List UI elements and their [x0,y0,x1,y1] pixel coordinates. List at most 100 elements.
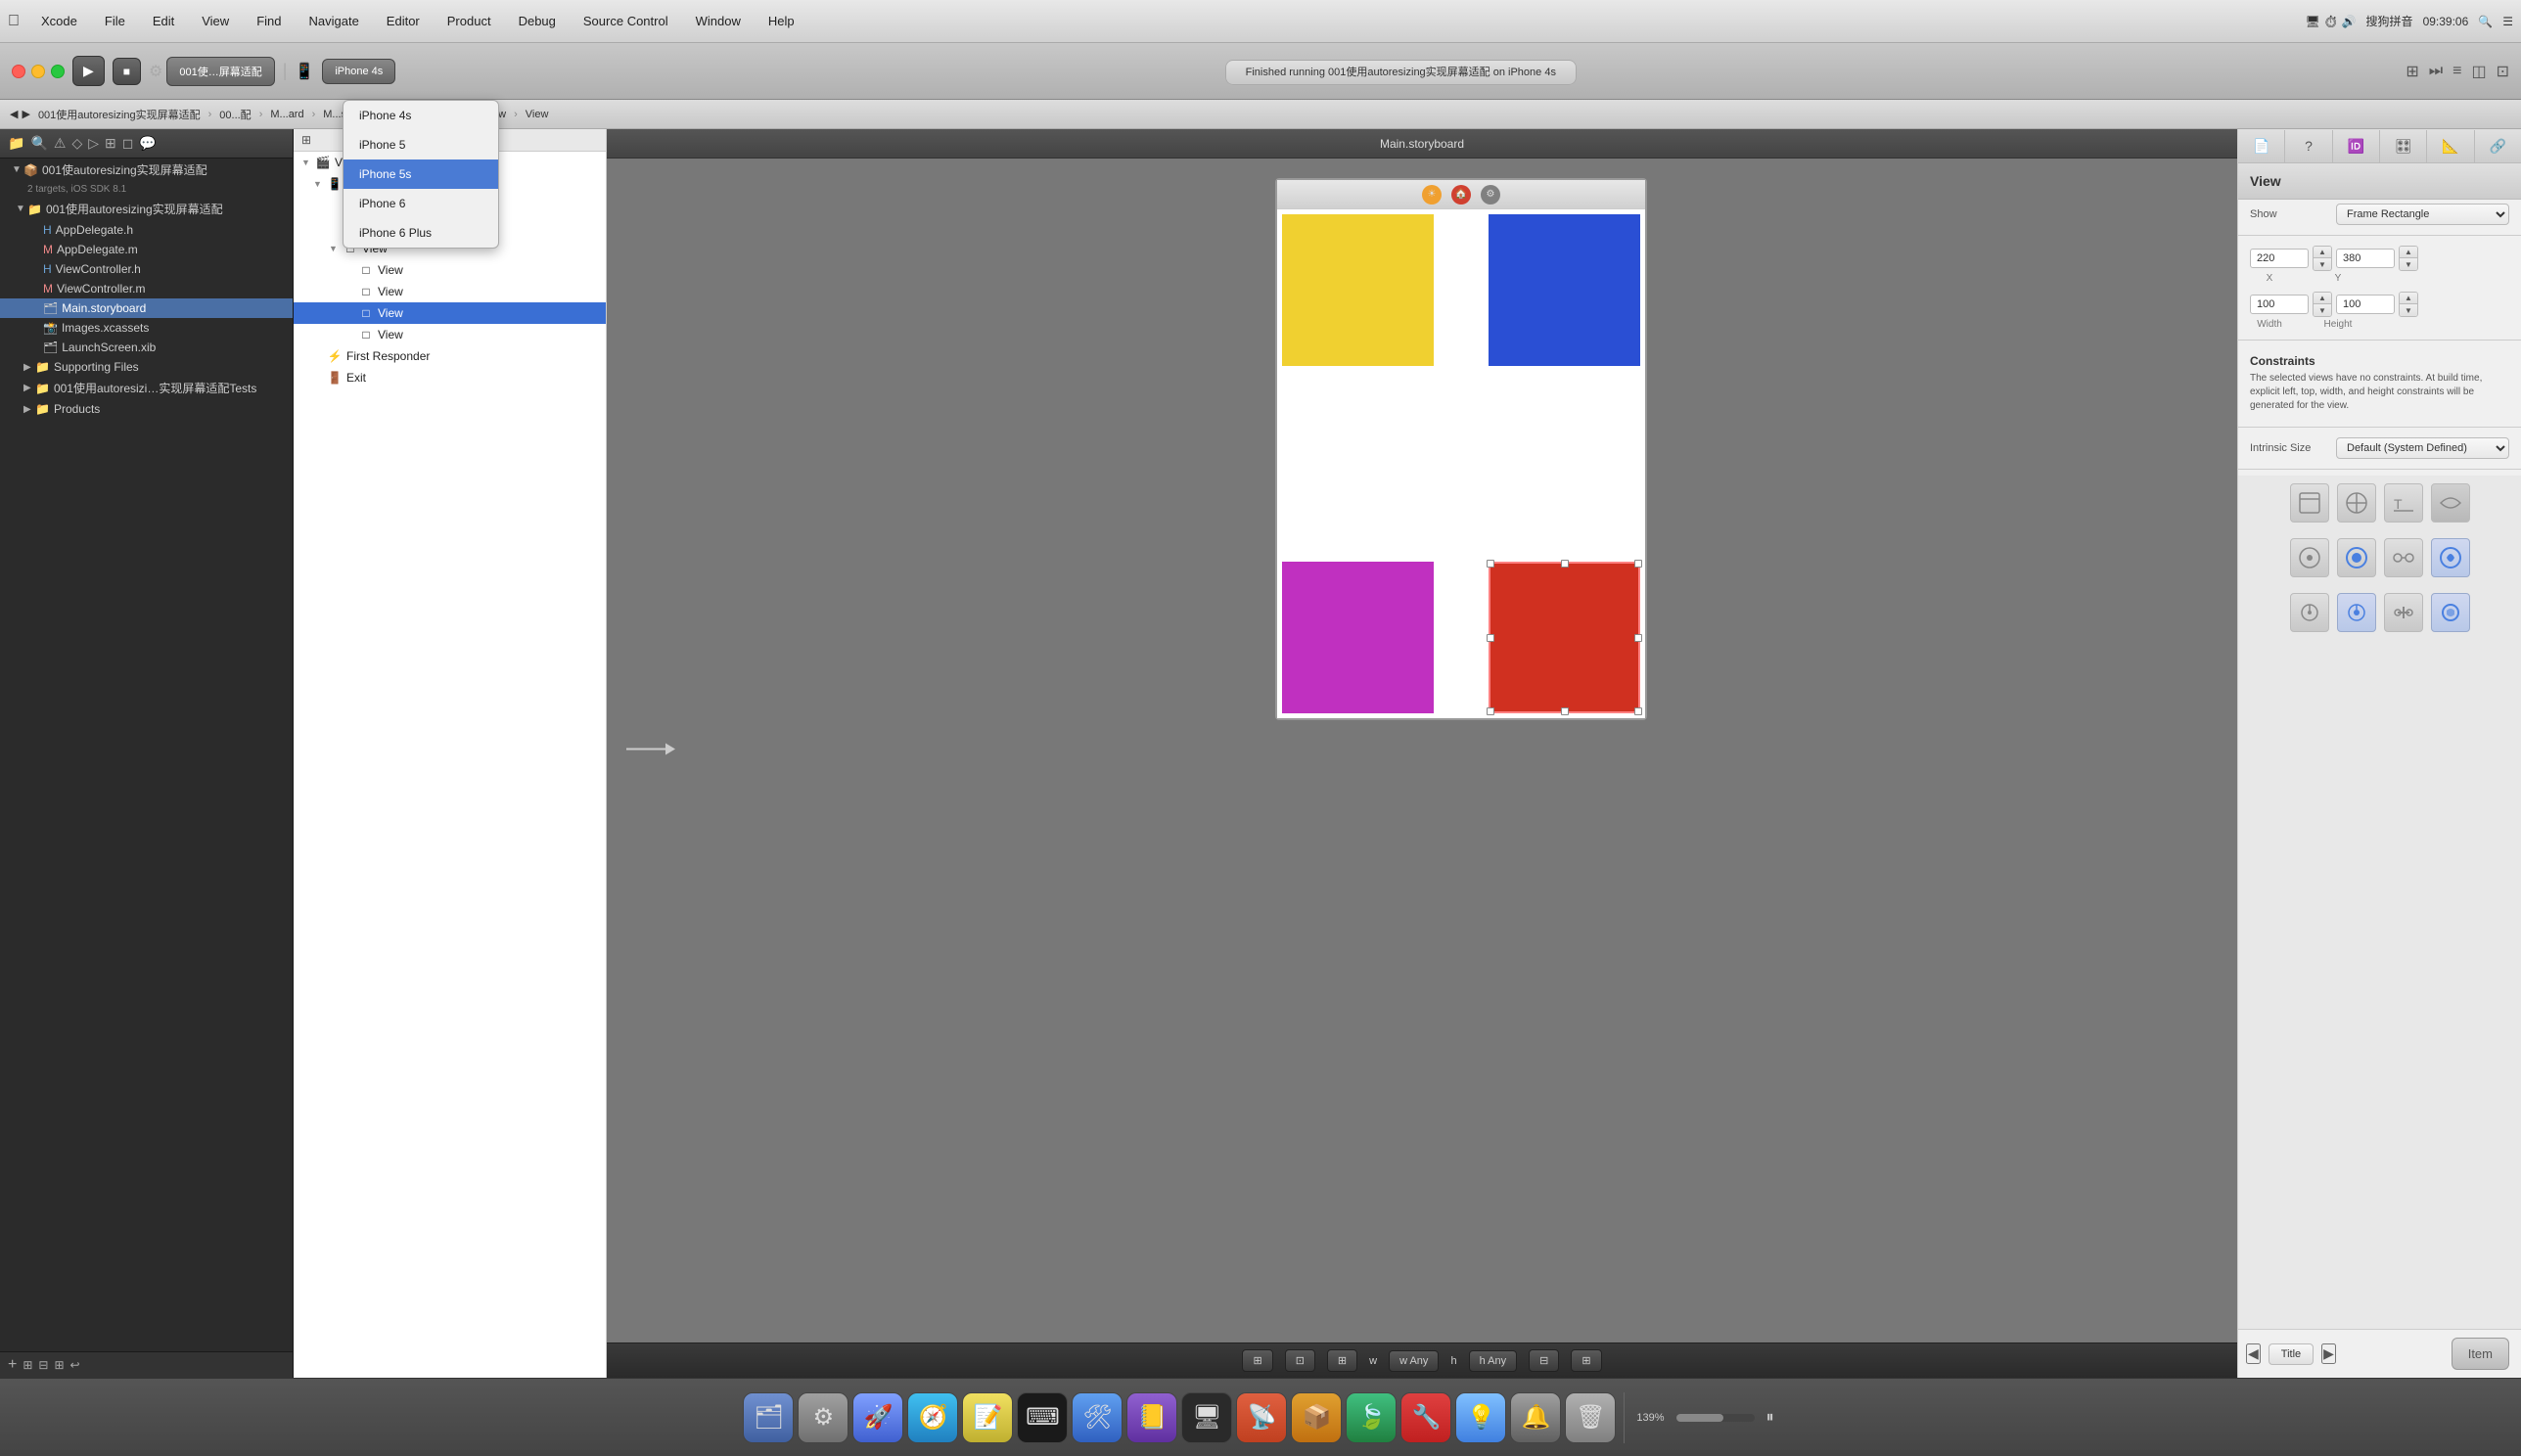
inspector-widget-10[interactable] [2337,593,2376,632]
y-input[interactable]: 380 [2336,249,2395,268]
sidebar-item-supporting-files[interactable]: ▶ 📁 Supporting Files [0,357,293,377]
chat-icon[interactable]: 💬 [139,135,156,152]
breakpoint-icon[interactable]: ◇ [71,135,82,152]
dock-launchpad[interactable]: 🚀 [852,1392,903,1443]
x-stepper[interactable]: ▲ ▼ [2313,246,2332,271]
menu-navigate[interactable]: Navigate [302,10,364,32]
sidebar-item-products[interactable]: ▶ 📁 Products [0,399,293,419]
resize-handle-mr[interactable] [1634,634,1642,642]
x-stepper-up[interactable]: ▲ [2314,247,2331,258]
h-stepper-up[interactable]: ▲ [2400,293,2417,304]
resize-handle-bl[interactable] [1487,707,1494,715]
y-stepper[interactable]: ▲ ▼ [2399,246,2418,271]
undo-button[interactable]: ↩ [70,1358,80,1372]
layout-icon[interactable]: ⊡ [2497,62,2509,81]
intrinsic-select[interactable]: Default (System Defined) [2336,437,2509,459]
warning-icon[interactable]: ⚠ [54,135,67,152]
sidebar-item-viewcontroller-m[interactable]: M ViewController.m [0,279,293,298]
inspector-icon[interactable]: ≡ [2452,63,2461,80]
sidebar-item-appdelegate-m[interactable]: M AppDelegate.m [0,240,293,259]
y-stepper-dn[interactable]: ▼ [2400,258,2417,270]
w-stepper-up[interactable]: ▲ [2314,293,2331,304]
dock-onenote[interactable]: 📒 [1126,1392,1177,1443]
stop-button[interactable]: ■ [113,58,141,85]
input-method[interactable]: 搜狗拼音 [2366,13,2413,29]
sidebar-item-project[interactable]: ▼ 📦 001使autoresizing实现屏幕适配 [0,159,293,181]
h-stepper-dn[interactable]: ▼ [2400,304,2417,316]
resize-handle-tl[interactable] [1487,560,1494,568]
dock-trash[interactable]: 🗑 [1565,1392,1616,1443]
menu-file[interactable]: File [99,10,131,32]
navigator-icon[interactable]: ⊞ [2406,62,2418,81]
dock-terminal[interactable]: ⌨ [1017,1392,1068,1443]
canvas-constrain-btn[interactable]: ⊞ [1571,1349,1601,1372]
size-inspector-btn[interactable]: 📐 [2427,130,2474,162]
grid-view-button[interactable]: ⊞ [23,1358,32,1372]
breadcrumb-3[interactable]: M...ard [266,107,307,122]
resize-handle-tm[interactable] [1561,560,1569,568]
dock-pause-btn[interactable]: ⏸ [1763,1405,1778,1431]
device-iphone6[interactable]: iPhone 6 [344,189,498,218]
inspector-widget-12[interactable] [2431,593,2470,632]
breadcrumb-2[interactable]: 00...配 [215,105,254,124]
resize-handle-br[interactable] [1634,707,1642,715]
dock-app3[interactable]: 🔧 [1400,1392,1451,1443]
identity-inspector-btn[interactable]: 🆔 [2333,130,2380,162]
inspector-widget-1[interactable] [2290,483,2329,523]
dock-xcode[interactable]: 🛠 [1072,1392,1123,1443]
scene-item-view-3[interactable]: □ View [294,302,606,324]
inspector-widget-2[interactable] [2337,483,2376,523]
dock-app1[interactable]: 📦 [1291,1392,1342,1443]
dock-settings[interactable]: ⚙ [798,1392,848,1443]
dock-app4[interactable]: 💡 [1455,1392,1506,1443]
sidebar-item-viewcontroller-h[interactable]: H ViewController.h [0,259,293,279]
sidebar-item-group[interactable]: ▼ 📁 001使用autoresizing实现屏幕适配 [0,198,293,220]
editor-mode-icon[interactable]: ◫ [2471,62,2486,81]
inspector-widget-7[interactable] [2384,538,2423,577]
file-inspector-btn[interactable]: 📄 [2238,130,2285,162]
sort-button[interactable]: ⊟ [38,1358,48,1372]
canvas-resize-btn[interactable]: ⊞ [1327,1349,1357,1372]
sidebar-item-main-storyboard[interactable]: 🗂 Main.storyboard [0,298,293,318]
menu-help[interactable]: Help [762,10,801,32]
inspector-widget-8[interactable] [2431,538,2470,577]
scene-panel-icon[interactable]: ⊞ [301,133,311,147]
minimize-button[interactable] [31,65,45,78]
control-icon[interactable]: ☰ [2502,15,2513,28]
menu-view[interactable]: View [196,10,235,32]
scheme-selector[interactable]: 001使…屏幕适配 [166,57,274,86]
scene-item-view-4[interactable]: □ View [294,324,606,345]
test-icon[interactable]: ▷ [88,135,99,152]
attributes-inspector-btn[interactable]: 🎛 [2380,130,2427,162]
nav-back[interactable]: ◀ [10,108,18,120]
sidebar-item-launchscreen[interactable]: 🗂 LaunchScreen.xib [0,338,293,357]
menu-edit[interactable]: Edit [147,10,180,32]
inspector-prev-btn[interactable]: ◀ [2246,1343,2261,1364]
dock-zoom-slider[interactable] [1676,1414,1755,1422]
sidebar-item-appdelegate-h[interactable]: H AppDelegate.h [0,220,293,240]
width-stepper[interactable]: ▲ ▼ [2313,292,2332,317]
bookmark-icon[interactable]: ◻ [122,135,134,152]
device-iphone6plus[interactable]: iPhone 6 Plus [344,218,498,248]
size-class-w-btn[interactable]: w Any [1389,1350,1439,1372]
search-icon[interactable]: 🔍 [30,135,47,152]
device-iphone5s[interactable]: iPhone 5s [344,159,498,189]
folder-icon[interactable]: 📁 [8,135,24,152]
scene-item-exit[interactable]: 🚪 Exit [294,367,606,388]
filter-button[interactable]: ⊞ [54,1358,64,1372]
menu-debug[interactable]: Debug [513,10,562,32]
x-input[interactable]: 220 [2250,249,2309,268]
canvas-fit-btn[interactable]: ⊡ [1285,1349,1315,1372]
dock-app5[interactable]: 🔔 [1510,1392,1561,1443]
blue-view[interactable] [1489,214,1640,366]
menu-find[interactable]: Find [251,10,287,32]
height-stepper[interactable]: ▲ ▼ [2399,292,2418,317]
dock-app2[interactable]: 🍃 [1346,1392,1397,1443]
dock-finder[interactable]: 🗂 [743,1392,794,1443]
close-button[interactable] [12,65,25,78]
dock-filezilla[interactable]: 📡 [1236,1392,1287,1443]
sidebar-item-images[interactable]: 📸 Images.xcassets [0,318,293,338]
inspector-next-btn[interactable]: ▶ [2321,1343,2336,1364]
maximize-button[interactable] [51,65,65,78]
menu-xcode[interactable]: Xcode [35,10,83,32]
